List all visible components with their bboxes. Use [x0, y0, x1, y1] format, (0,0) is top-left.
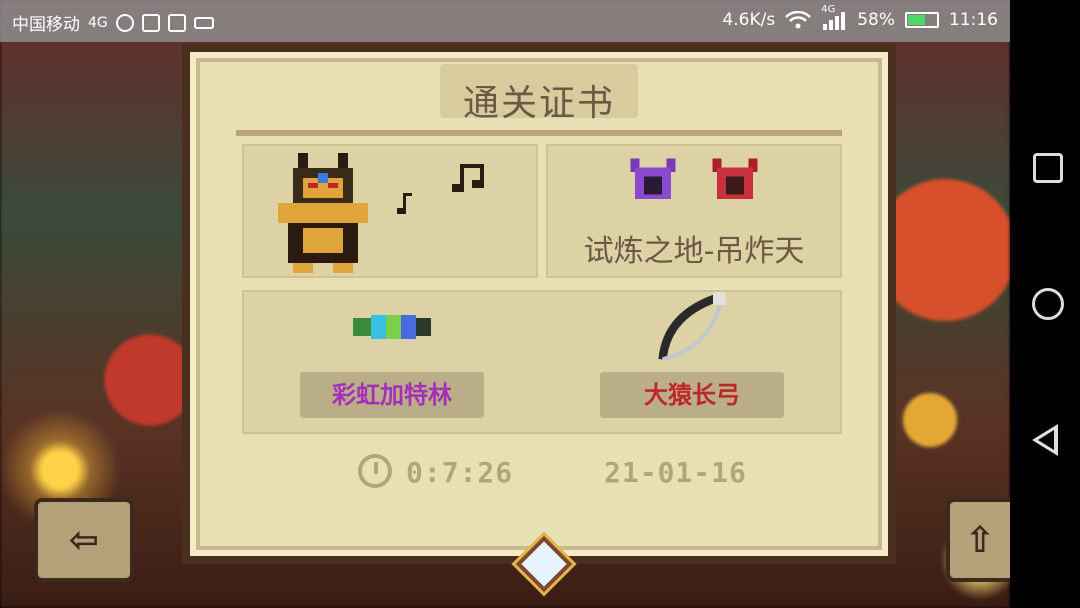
home-button[interactable]: [1032, 288, 1064, 320]
anubis-character-icon: [278, 153, 368, 273]
battery-percent: 58%: [857, 10, 895, 30]
weapon-name-rainbow-gatling: 彩虹加特林: [300, 372, 484, 418]
certificate-title: 通关证书: [462, 83, 615, 124]
hero-panel: [242, 144, 538, 278]
title-divider: [236, 130, 842, 136]
clear-time: 0:7:26: [406, 456, 514, 489]
ape-longbow-icon: [658, 292, 726, 362]
app-notification-icon: [141, 13, 160, 32]
stats-row: 0:7:26 21-01-16: [190, 454, 888, 494]
battery-icon: [905, 12, 939, 28]
wifi-icon: [785, 11, 812, 29]
alarm-icon: [115, 13, 134, 32]
navigation-bar: [1010, 0, 1080, 608]
cell-signal-icon: 4G: [821, 4, 847, 30]
rainbow-gatling-icon: [353, 315, 431, 339]
clear-date: 21-01-16: [604, 456, 747, 489]
network-speed: 4.6K/s: [722, 10, 776, 30]
carrier-label: 中国移动: [12, 15, 80, 35]
keyboard-icon: [193, 16, 214, 29]
status-bar: 中国移动 4G 4.6K/s 4G 58% 11:16: [0, 0, 1010, 42]
weapons-panel: 彩虹加特林 大猿长弓: [242, 290, 842, 434]
back-button[interactable]: [1032, 424, 1058, 456]
clock-time: 11:16: [949, 10, 998, 30]
stage-name: 试炼之地-吊炸天: [583, 234, 805, 269]
clock-icon: [358, 454, 392, 488]
red-demon-mask-icon: [712, 158, 758, 199]
exit-icon: ⇦: [68, 520, 100, 561]
music-notes-icon: [452, 164, 484, 192]
stage-panel: 试炼之地-吊炸天: [546, 144, 842, 278]
weapon-name-ape-longbow: 大猿长弓: [600, 372, 784, 418]
network-label: 4G: [88, 14, 108, 31]
purple-demon-mask-icon: [630, 158, 676, 199]
image-notification-icon: [167, 13, 186, 32]
recent-apps-button[interactable]: [1033, 153, 1063, 183]
exit-button[interactable]: ⇦: [34, 498, 134, 582]
share-icon: ⇧: [964, 520, 996, 561]
battery-level-fill: [908, 15, 926, 25]
clear-certificate: 通关证书 试炼之地-吊炸天 彩虹加特林 大猿长弓 0:7:26 21-01-16: [182, 44, 896, 593]
music-note-icon: [397, 193, 412, 214]
share-button[interactable]: ⇧: [946, 498, 1010, 582]
